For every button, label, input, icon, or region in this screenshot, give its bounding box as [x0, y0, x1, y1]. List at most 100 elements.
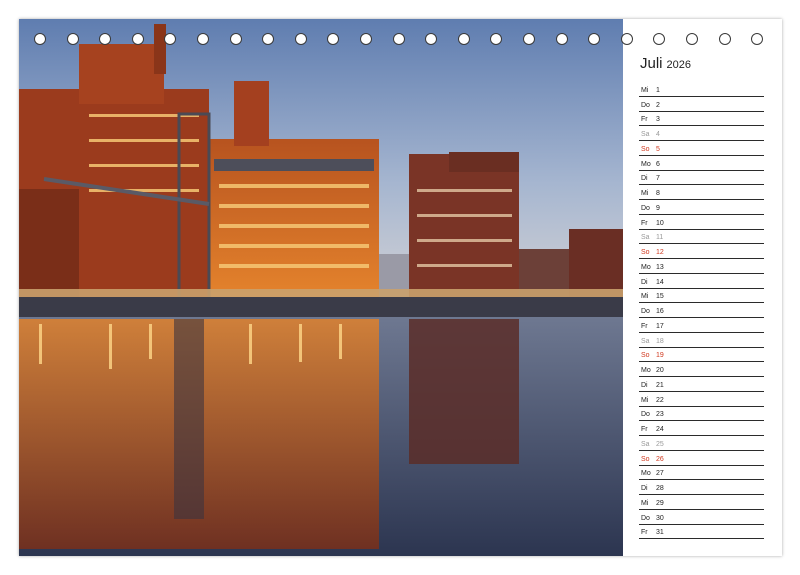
day-row: Fr 10: [639, 215, 764, 230]
day-row: Sa 18: [639, 333, 764, 348]
day-row: Mi 8: [639, 185, 764, 200]
day-number: 27: [656, 470, 664, 478]
day-row: So 19: [639, 348, 764, 363]
binding-ring: [34, 33, 46, 45]
weekday-label: Di: [641, 485, 648, 492]
day-number: 3: [656, 116, 660, 124]
binding-ring: [99, 33, 112, 45]
weekday-label: Mi: [641, 396, 649, 404]
day-number: 24: [656, 426, 664, 433]
binding-ring: [327, 33, 340, 45]
day-number: 29: [656, 499, 664, 507]
weekday-label: Fr: [641, 322, 648, 330]
day-number: 26: [656, 455, 664, 463]
day-number: 23: [656, 411, 664, 419]
day-number: 15: [656, 293, 664, 301]
binding-ring: [425, 33, 438, 45]
day-list: Mi 1 Do 2 Fr 3 Sa 4 So 5 Mo 6 Di 7 Mi 8 Do 9 Fr 10 Sa 11 So 12 M…: [639, 82, 764, 540]
day-number: 5: [656, 145, 660, 153]
binding-ring: [490, 33, 503, 45]
day-number: 20: [656, 367, 664, 374]
weekday-label: Mo: [641, 470, 651, 478]
binding-ring: [294, 33, 307, 45]
weekday-label: Fr: [641, 426, 648, 433]
weekday-label: Di: [641, 175, 648, 183]
weekday-label: Mi: [641, 190, 649, 197]
day-row: Mo 13: [639, 259, 764, 274]
binding-ring: [686, 33, 698, 45]
day-number: 19: [656, 352, 664, 360]
day-number: 16: [656, 308, 664, 315]
day-row: Di 7: [639, 171, 764, 186]
day-row: Fr 3: [639, 112, 764, 127]
day-number: 25: [656, 440, 664, 448]
day-row: Di 21: [639, 377, 764, 392]
day-number: 1: [656, 86, 660, 94]
binding-ring: [523, 33, 535, 45]
day-row: Sa 25: [639, 436, 764, 451]
weekday-label: So: [641, 145, 650, 153]
binding-ring: [457, 33, 470, 45]
day-row: Do 23: [639, 407, 764, 422]
day-row: Mi 15: [639, 289, 764, 304]
spiral-binding: [0, 33, 800, 51]
day-number: 7: [656, 175, 660, 183]
weekday-label: Sa: [641, 131, 650, 138]
day-number: 12: [656, 249, 664, 256]
day-number: 21: [656, 381, 664, 389]
day-row: Sa 4: [639, 126, 764, 141]
weekday-label: Do: [641, 101, 650, 109]
day-number: 13: [656, 263, 664, 271]
day-number: 30: [656, 514, 664, 522]
weekday-label: Fr: [641, 219, 648, 227]
day-number: 18: [656, 337, 664, 345]
month-heading: Juli 2026: [640, 55, 691, 72]
day-row: Di 28: [639, 480, 764, 495]
weekday-label: Do: [641, 514, 650, 522]
weekday-label: Mo: [641, 367, 651, 374]
weekday-label: Sa: [641, 337, 650, 345]
day-row: Mi 22: [639, 392, 764, 407]
weekday-label: So: [641, 352, 650, 360]
day-number: 2: [656, 101, 660, 109]
weekday-label: So: [641, 249, 650, 256]
day-row: Do 9: [639, 200, 764, 215]
binding-ring: [718, 33, 731, 45]
binding-ring: [229, 33, 242, 45]
weekday-label: So: [641, 455, 650, 463]
day-number: 9: [656, 204, 660, 212]
binding-ring: [164, 33, 177, 45]
weekday-label: Sa: [641, 440, 650, 448]
weekday-label: Do: [641, 204, 650, 212]
weekday-label: Mo: [641, 160, 651, 168]
day-row: Mi 29: [639, 495, 764, 510]
binding-ring: [392, 33, 405, 45]
month-name: Juli: [640, 55, 663, 72]
day-row: Mo 27: [639, 466, 764, 481]
day-row: Sa 11: [639, 230, 764, 245]
day-number: 10: [656, 219, 664, 227]
weekday-label: Mo: [641, 263, 651, 271]
day-number: 14: [656, 278, 664, 286]
day-number: 11: [656, 234, 664, 242]
weekday-label: Do: [641, 308, 650, 315]
weekday-label: Di: [641, 278, 648, 286]
binding-ring: [197, 33, 209, 45]
weekday-label: Do: [641, 411, 650, 419]
day-row: Do 2: [639, 97, 764, 112]
day-row: Do 16: [639, 303, 764, 318]
day-row: Do 30: [639, 510, 764, 525]
binding-ring: [360, 33, 372, 45]
day-row: Fr 24: [639, 421, 764, 436]
binding-ring: [588, 33, 601, 45]
weekday-label: Mi: [641, 499, 649, 507]
binding-ring: [620, 33, 633, 45]
harbor-photo: [19, 19, 623, 556]
day-number: 17: [656, 322, 664, 330]
day-row: Di 14: [639, 274, 764, 289]
day-row: So 12: [639, 244, 764, 259]
day-row: So 5: [639, 141, 764, 156]
weekday-label: Di: [641, 381, 648, 389]
day-number: 8: [656, 190, 660, 197]
weekday-label: Mi: [641, 86, 649, 94]
